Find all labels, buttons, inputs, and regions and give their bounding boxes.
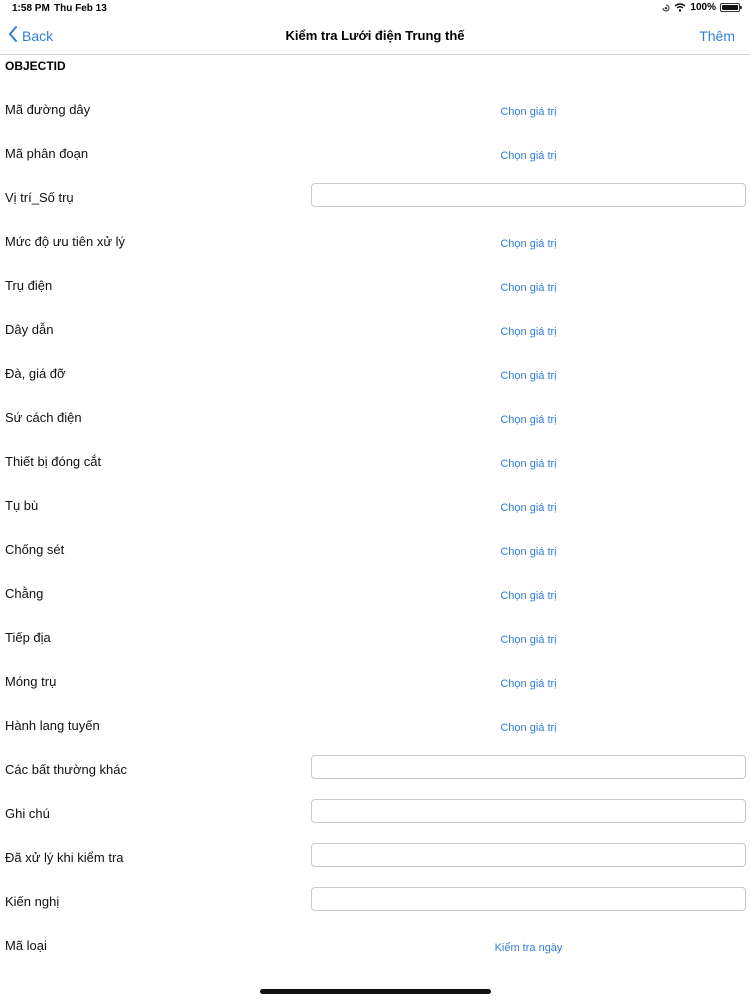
value-picker[interactable]: Kiểm tra ngày xyxy=(311,942,746,954)
form-row: Dây dẫn Chọn giá trị xyxy=(0,322,750,366)
value-picker[interactable]: Chọn giá trị xyxy=(311,150,746,162)
form-row: Đà, giá đỡ Chọn giá trị xyxy=(0,366,750,410)
field-label: Móng trụ xyxy=(5,674,57,689)
value-picker[interactable]: Chọn giá trị xyxy=(311,282,746,294)
value-picker[interactable]: Chọn giá trị xyxy=(311,634,746,646)
field-label: Mức độ ưu tiên xử lý xyxy=(5,234,126,249)
status-time: 1:58 PM xyxy=(12,3,50,14)
form-row: Chống sét Chọn giá trị xyxy=(0,542,750,586)
form-row: Tụ bù Chọn giá trị xyxy=(0,498,750,542)
form-row: Mã đường dây Chọn giá trị xyxy=(0,102,750,146)
value-picker[interactable]: Chọn giá trị xyxy=(311,722,746,734)
field-label: Ghi chú xyxy=(5,806,50,821)
text-field[interactable] xyxy=(311,799,746,823)
field-label: Dây dẫn xyxy=(5,322,54,337)
field-label: Các bất thường khác xyxy=(5,762,128,777)
page-title: Kiểm tra Lưới điện Trung thế xyxy=(285,28,465,43)
value-picker[interactable]: Chọn giá trị xyxy=(311,502,746,514)
form-row: Mã loại Kiểm tra ngày xyxy=(0,938,750,982)
value-picker[interactable]: Chọn giá trị xyxy=(311,414,746,426)
field-label: Thiết bị đóng cắt xyxy=(5,454,102,469)
value-picker[interactable]: Chọn giá trị xyxy=(311,546,746,558)
field-label: Đã xử lý khi kiểm tra xyxy=(5,850,124,865)
battery-percent: 100% xyxy=(690,2,716,13)
field-label: Mã loại xyxy=(5,938,47,953)
value-picker[interactable]: Chọn giá trị xyxy=(311,590,746,602)
value-picker[interactable]: Chọn giá trị xyxy=(311,238,746,250)
field-label: Kiến nghị xyxy=(5,894,60,909)
form-row: Trụ điện Chọn giá trị xyxy=(0,278,750,322)
status-bar: 1:58 PM Thu Feb 13 100% xyxy=(0,0,750,18)
value-picker[interactable]: Chọn giá trị xyxy=(311,370,746,382)
field-label: Vị trí_Số trụ xyxy=(5,190,74,205)
field-label: Sứ cách điện xyxy=(5,410,82,425)
wifi-icon xyxy=(674,3,686,12)
form-row: Sứ cách điện Chọn giá trị xyxy=(0,410,750,454)
battery-icon xyxy=(720,3,742,12)
text-field[interactable] xyxy=(311,755,746,779)
text-field[interactable] xyxy=(311,887,746,911)
form-row: Kiến nghị xyxy=(0,887,750,938)
form-row: Vị trí_Số trụ xyxy=(0,183,750,234)
field-label: Đà, giá đỡ xyxy=(5,366,66,381)
orientation-lock-icon xyxy=(662,4,670,12)
value-picker[interactable]: Chọn giá trị xyxy=(311,326,746,338)
form-row: Mức độ ưu tiên xử lý Chọn giá trị xyxy=(0,234,750,278)
text-field[interactable] xyxy=(311,183,746,207)
field-label: Tiếp địa xyxy=(5,630,51,645)
field-label: Chằng xyxy=(5,586,44,601)
value-picker[interactable]: Chọn giá trị xyxy=(311,678,746,690)
field-label: Mã phân đoạn xyxy=(5,146,89,161)
navigation-bar: Back Kiểm tra Lưới điện Trung thế Thêm xyxy=(0,18,750,55)
field-label: Hành lang tuyến xyxy=(5,718,100,733)
objectid-label: OBJECTID xyxy=(5,59,66,73)
status-date: Thu Feb 13 xyxy=(54,3,107,14)
form-row: Tiếp địa Chọn giá trị xyxy=(0,630,750,674)
screen: 1:58 PM Thu Feb 13 100% Back Kiểm tra Lư… xyxy=(0,0,750,1000)
field-label: Chống sét xyxy=(5,542,65,557)
add-button[interactable]: Thêm xyxy=(699,28,735,44)
field-label: Mã đường dây xyxy=(5,102,91,117)
form-row: Thiết bị đóng cắt Chọn giá trị xyxy=(0,454,750,498)
value-picker[interactable]: Chọn giá trị xyxy=(311,106,746,118)
home-indicator[interactable] xyxy=(260,989,491,994)
value-picker[interactable]: Chọn giá trị xyxy=(311,458,746,470)
status-indicators: 100% xyxy=(662,2,742,13)
field-label: Trụ điện xyxy=(5,278,53,293)
form-row: Móng trụ Chọn giá trị xyxy=(0,674,750,718)
field-label: Tụ bù xyxy=(5,498,39,513)
text-field[interactable] xyxy=(311,843,746,867)
form-row: Chằng Chọn giá trị xyxy=(0,586,750,630)
